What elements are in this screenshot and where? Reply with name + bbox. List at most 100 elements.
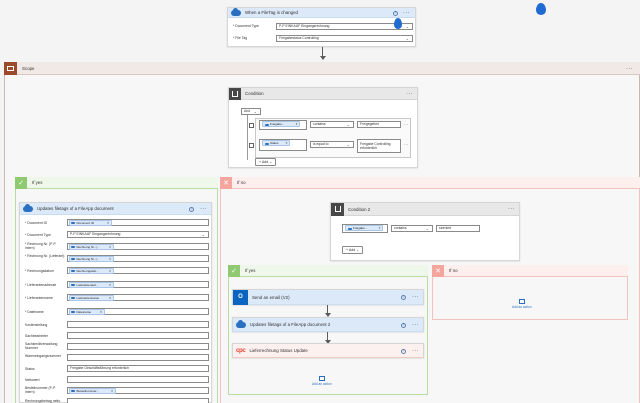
- more-icon[interactable]: ···: [412, 322, 419, 328]
- condition-value[interactable]: Freigegeben: [357, 120, 401, 128]
- help-icon[interactable]: ?: [401, 348, 406, 354]
- lieferrechnung-card[interactable]: cpc Lieferrechnung Status Update ? ···: [232, 343, 424, 358]
- field-label: * Document Type: [233, 24, 259, 28]
- send-email-title: Send an email (V2): [252, 294, 290, 300]
- condition-token[interactable]: Freigabe... ×: [262, 121, 300, 127]
- group-operator-select[interactable]: And ⌄: [241, 108, 261, 115]
- field-input[interactable]: [67, 321, 209, 328]
- more-icon[interactable]: ···: [508, 206, 515, 212]
- field-token[interactable]: Lieferantenname ×: [68, 294, 114, 301]
- close-icon: ✕: [432, 264, 444, 277]
- field-label: Rechnungsbetrag netto: [25, 399, 61, 403]
- field-label: * Rechnung Nr. (Lieferant): [25, 254, 65, 258]
- condition-icon: [229, 87, 241, 100]
- field-label: * Lieferantenname: [25, 296, 53, 300]
- field-label: * Rechnung Nr. (P-P intern): [25, 242, 56, 250]
- scope-header[interactable]: Scope: [4, 61, 640, 75]
- more-icon[interactable]: ···: [406, 91, 413, 97]
- field-input[interactable]: [67, 343, 209, 350]
- field-input[interactable]: [67, 354, 209, 361]
- document-type-select[interactable]: P-P EINKAUF Eingangsrechnung ⌄: [67, 231, 209, 238]
- add-action-button[interactable]: Add an action: [512, 299, 532, 309]
- operator-select[interactable]: contains ⌄: [310, 120, 354, 128]
- send-email-card[interactable]: O Send an email (V2) ? ···: [232, 289, 424, 305]
- chevron-down-icon: ⌄: [405, 35, 409, 41]
- inner-if-no-title: If no: [449, 268, 458, 273]
- field-label: Kostenstellung: [25, 323, 48, 327]
- field-label: Sachbearbeiter: [25, 334, 48, 338]
- field-label: * Dateiname: [25, 310, 44, 314]
- add-action-icon: [318, 376, 325, 381]
- connector-arrow: [319, 56, 326, 60]
- help-icon[interactable]: ?: [189, 206, 194, 212]
- condition-value[interactable]: Freigabe Controlling erforderlich: [357, 139, 401, 153]
- add-button[interactable]: + Add ⌄: [255, 158, 277, 166]
- if-no-header[interactable]: ✕ If no: [220, 176, 640, 189]
- help-icon[interactable]: ?: [401, 295, 406, 300]
- operator-select[interactable]: contains ⌄: [391, 225, 433, 232]
- chevron-down-icon: ⌄: [346, 141, 350, 147]
- condition-value[interactable]: storniert: [436, 225, 480, 232]
- field-token[interactable]: Rechnungsdat... ×: [68, 267, 114, 274]
- field-label: Wareneingangsnummer: [25, 354, 62, 358]
- add-action-button[interactable]: Add an action: [312, 376, 332, 386]
- update-filetags-card[interactable]: Updates filetags of a FileApp document ?…: [19, 202, 212, 403]
- field-input[interactable]: [67, 332, 209, 339]
- fileapp-icon: [23, 203, 33, 212]
- operator-select[interactable]: is equal to ⌄: [310, 140, 354, 148]
- more-icon[interactable]: ···: [200, 206, 207, 212]
- condition-token[interactable]: Freigabe... ×: [345, 225, 383, 231]
- outlook-icon: O: [233, 289, 248, 305]
- condition2-title: Condition 2: [348, 206, 371, 212]
- field-label: * Document ID: [25, 221, 48, 225]
- field-label: * Document Type: [25, 233, 51, 237]
- chevron-down-icon: ⌄: [425, 226, 429, 231]
- field-token[interactable]: Lieferantenadr... ×: [68, 281, 114, 288]
- row-checkbox[interactable]: [249, 123, 254, 128]
- field-label: Nettowert: [25, 378, 40, 382]
- add-button[interactable]: + Add ⌄: [342, 246, 364, 254]
- field-input[interactable]: [67, 398, 209, 403]
- condition-token[interactable]: Status ×: [262, 140, 290, 146]
- check-icon: ✓: [228, 264, 240, 277]
- if-yes-header[interactable]: ✓ If yes: [15, 176, 218, 189]
- trigger-card[interactable]: When a FileTag is changed ? ··· * Docume…: [227, 7, 416, 47]
- scope-icon: [4, 61, 17, 75]
- status-input[interactable]: Freigabe Geschäftsführung erforderlich: [67, 365, 209, 372]
- trigger-title: When a FileTag is changed: [245, 10, 298, 15]
- more-icon[interactable]: ···: [412, 348, 419, 354]
- update-card-title: Updates filetags of a FileApp document: [37, 206, 114, 211]
- inner-if-yes-header[interactable]: ✓ If yes: [228, 264, 428, 277]
- row-more-icon[interactable]: ···: [404, 143, 409, 147]
- fileapp-icon: [236, 319, 246, 328]
- chevron-down-icon: ⌄: [346, 121, 350, 127]
- row-more-icon[interactable]: ···: [404, 123, 409, 127]
- document-type-select[interactable]: P-P EINKAUF Eingangsrechnung ⌄: [276, 22, 413, 30]
- condition2-card[interactable]: Condition 2 ··· Freigabe... × contains ⌄ s…: [330, 202, 520, 261]
- help-icon[interactable]: ?: [401, 322, 406, 328]
- help-icon[interactable]: ?: [393, 10, 398, 16]
- field-token[interactable]: Rechnung Nr. (... ×: [68, 255, 114, 262]
- chevron-down-icon: ⌄: [405, 23, 409, 29]
- if-no-title: If no: [237, 180, 246, 185]
- more-icon[interactable]: ···: [403, 10, 410, 16]
- file-tag-select[interactable]: Freigabestatus Controlling ⌄: [276, 34, 413, 42]
- field-token[interactable]: Dateiname ×: [68, 308, 105, 315]
- field-input[interactable]: [67, 376, 209, 383]
- pdf-icon: cpc: [236, 347, 246, 354]
- field-label: * Rechnungsdatum: [25, 269, 54, 273]
- row-checkbox[interactable]: [249, 143, 254, 148]
- field-label: Sachkreditverwaltung Nummer: [25, 342, 58, 350]
- pin-icon: [394, 18, 402, 29]
- more-icon[interactable]: ···: [626, 66, 633, 72]
- more-icon[interactable]: ···: [412, 294, 419, 300]
- field-token[interactable]: Bestellnummer... ×: [68, 387, 116, 394]
- condition-card[interactable]: Condition ··· And ⌄ Freigabe... × contains…: [228, 87, 418, 168]
- field-token[interactable]: Document ID ×: [68, 219, 112, 226]
- pin-icon: [536, 3, 546, 15]
- update-filetags-2-card[interactable]: Updates filetags of a FileApp document 2…: [232, 317, 424, 332]
- field-label: Bestellnummer (P-P intern): [25, 386, 56, 394]
- inner-if-no-header[interactable]: ✕ If no: [432, 264, 628, 277]
- field-token[interactable]: Rechnung Nr. (... ×: [68, 243, 114, 250]
- inner-if-yes-title: If yes: [245, 268, 256, 273]
